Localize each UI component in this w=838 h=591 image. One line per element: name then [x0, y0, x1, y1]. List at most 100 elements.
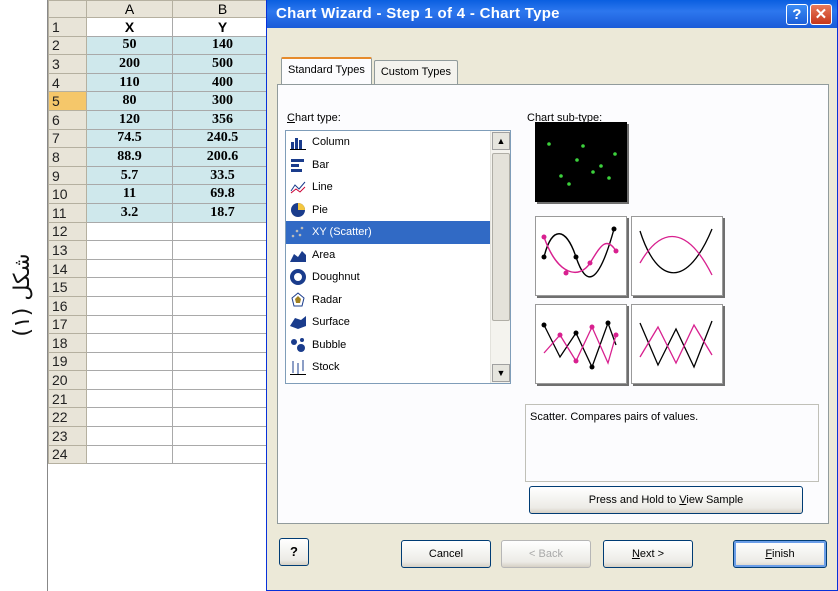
cell-a[interactable]: 120 [86, 109, 173, 130]
cell-a[interactable]: 80 [86, 91, 173, 111]
chart-type-item[interactable]: Area [286, 244, 490, 267]
cell-a[interactable] [86, 370, 173, 390]
cell-b[interactable] [172, 221, 273, 242]
cell-a[interactable] [86, 388, 173, 409]
row-header[interactable]: 9 [48, 165, 87, 186]
row-header[interactable]: 21 [48, 388, 87, 409]
row-header[interactable]: 16 [48, 295, 87, 316]
cell-b[interactable]: 69.8 [172, 184, 273, 204]
row-header[interactable]: 23 [48, 426, 87, 446]
listbox-scrollbar[interactable]: ▲ ▼ [490, 131, 510, 383]
row-header[interactable]: 3 [48, 54, 87, 74]
cell-b[interactable]: Y [172, 17, 273, 37]
cell-b[interactable] [172, 370, 273, 390]
subtype-smoothed-no-markers[interactable] [631, 216, 723, 296]
chart-type-item[interactable]: Line [286, 176, 490, 199]
view-sample-button[interactable]: Press and Hold to View Sample [529, 486, 803, 514]
chart-type-item[interactable]: Bubble [286, 334, 490, 357]
cell-a[interactable]: 11 [86, 184, 173, 204]
row-header[interactable]: 6 [48, 109, 87, 130]
row-header[interactable]: 20 [48, 370, 87, 390]
chart-type-item[interactable]: Radar [286, 289, 490, 312]
next-button[interactable]: Next > [603, 540, 693, 568]
row-header[interactable]: 10 [48, 184, 87, 204]
scroll-thumb[interactable] [492, 153, 510, 321]
cell-a[interactable] [86, 333, 173, 353]
row-header[interactable]: 5 [48, 91, 87, 111]
row-header[interactable]: 14 [48, 258, 87, 279]
row-header[interactable]: 15 [48, 277, 87, 297]
subtype-smoothed-with-markers[interactable] [535, 216, 627, 296]
cell-a[interactable] [86, 295, 173, 316]
row-header[interactable]: 4 [48, 72, 87, 93]
chart-type-item[interactable]: Stock [286, 356, 490, 379]
row-header[interactable]: 17 [48, 314, 87, 335]
row-header[interactable]: 11 [48, 202, 87, 223]
cell-a[interactable] [86, 240, 173, 260]
cell-b[interactable] [172, 277, 273, 297]
chart-type-item[interactable]: Doughnut [286, 266, 490, 289]
cell-b[interactable]: 240.5 [172, 128, 273, 149]
close-icon[interactable]: ✕ [810, 4, 832, 25]
row-header[interactable]: 1 [48, 17, 87, 37]
office-assistant-help-button[interactable]: ? [279, 538, 309, 566]
cell-a[interactable] [86, 258, 173, 279]
cell-a[interactable]: 88.9 [86, 147, 173, 167]
scroll-down-icon[interactable]: ▼ [492, 364, 510, 382]
chart-type-item[interactable]: Surface [286, 311, 490, 334]
cell-b[interactable] [172, 314, 273, 335]
cell-b[interactable]: 18.7 [172, 202, 273, 223]
row-header[interactable]: 7 [48, 128, 87, 149]
cell-b[interactable]: 33.5 [172, 165, 273, 186]
cell-b[interactable] [172, 240, 273, 260]
cell-b[interactable] [172, 351, 273, 372]
chart-type-listbox[interactable]: Column Bar Line Pie XY (Scatter) Area Doughnut… [285, 130, 511, 384]
tab-standard-types[interactable]: Standard Types [281, 57, 372, 84]
cell-b[interactable] [172, 258, 273, 279]
cell-a[interactable] [86, 277, 173, 297]
cell-b[interactable] [172, 388, 273, 409]
chart-type-item[interactable]: Column [286, 131, 490, 154]
cell-b[interactable] [172, 333, 273, 353]
row-header[interactable]: 13 [48, 240, 87, 260]
subtype-straight-with-markers[interactable] [535, 304, 627, 384]
cell-a[interactable] [86, 407, 173, 428]
select-all-corner[interactable] [48, 0, 87, 18]
cell-a[interactable]: 74.5 [86, 128, 173, 149]
cell-a[interactable] [86, 351, 173, 372]
cell-b[interactable]: 356 [172, 109, 273, 130]
row-header[interactable]: 19 [48, 351, 87, 372]
cell-a[interactable] [86, 314, 173, 335]
cell-b[interactable]: 400 [172, 72, 273, 93]
scroll-up-icon[interactable]: ▲ [492, 132, 510, 150]
chart-type-item[interactable]: Pie [286, 199, 490, 222]
row-header[interactable]: 2 [48, 35, 87, 56]
row-header[interactable]: 8 [48, 147, 87, 167]
cell-b[interactable] [172, 295, 273, 316]
cell-b[interactable] [172, 407, 273, 428]
cell-b[interactable] [172, 426, 273, 446]
subtype-scatter-markers[interactable] [535, 122, 627, 202]
column-header[interactable]: B [172, 0, 273, 18]
help-icon[interactable]: ? [786, 4, 808, 25]
cell-a[interactable]: 110 [86, 72, 173, 93]
cancel-button[interactable]: Cancel [401, 540, 491, 568]
tab-custom-types[interactable]: Custom Types [373, 60, 458, 84]
row-header[interactable]: 24 [48, 444, 87, 465]
chart-type-item[interactable]: Bar [286, 154, 490, 177]
cell-b[interactable]: 200.6 [172, 147, 273, 167]
cell-a[interactable]: 5.7 [86, 165, 173, 186]
cell-b[interactable]: 300 [172, 91, 273, 111]
row-header[interactable]: 22 [48, 407, 87, 428]
cell-a[interactable]: X [86, 17, 173, 37]
cell-b[interactable]: 500 [172, 54, 273, 74]
cell-a[interactable]: 50 [86, 35, 173, 56]
cell-b[interactable] [172, 444, 273, 465]
cell-a[interactable]: 200 [86, 54, 173, 74]
chart-type-item[interactable]: XY (Scatter) [286, 221, 490, 244]
cell-a[interactable] [86, 444, 173, 465]
row-header[interactable]: 18 [48, 333, 87, 353]
row-header[interactable]: 12 [48, 221, 87, 242]
cell-a[interactable]: 3.2 [86, 202, 173, 223]
subtype-straight-no-markers[interactable] [631, 304, 723, 384]
